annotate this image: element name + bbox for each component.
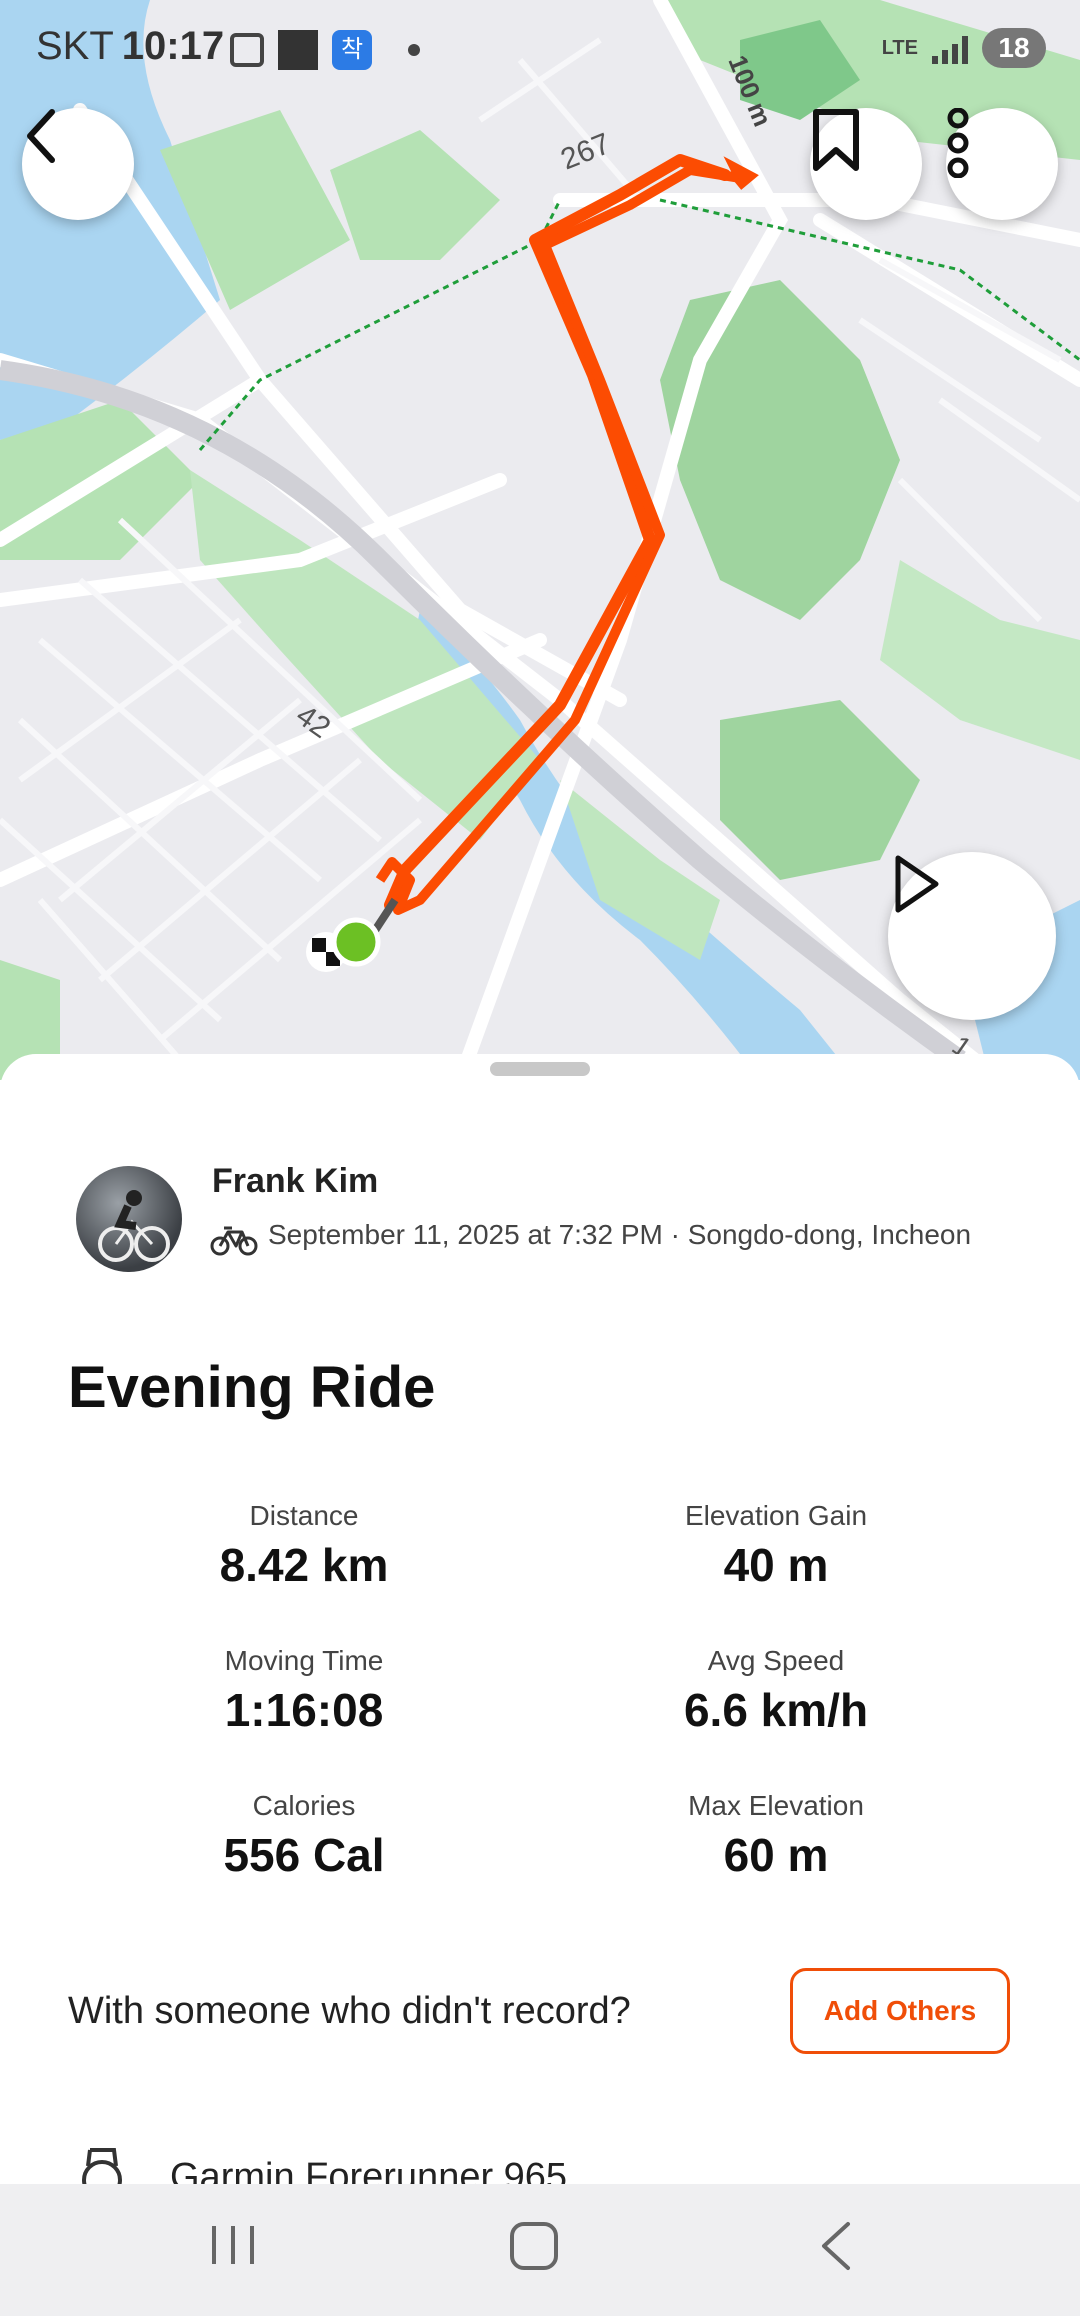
back-icon [822,2222,850,2270]
stat-value: 1:16:08 [224,1684,384,1736]
kakao-notification-icon: 착 [332,30,372,70]
recents-button[interactable] [210,2220,256,2275]
athlete-name[interactable]: Frank Kim [212,1162,378,1201]
status-time: 10:17 [121,24,225,68]
stat-avg-speed: Avg Speed 6.6 km/h [576,1645,976,1737]
recording-device: Garmin Forerunner 965 [170,2156,568,2184]
back-button[interactable] [22,108,134,220]
network-type: LTE [881,37,918,59]
stat-moving-time: Moving Time 1:16:08 [104,1645,504,1737]
activity-details-sheet[interactable]: Frank Kim September 11, 2025 at 7:32 PM … [0,1054,1080,2184]
bookmark-icon [813,109,859,171]
stat-label: Moving Time [224,1645,384,1676]
stat-calories: Calories 556 Cal [104,1790,504,1882]
start-marker-icon [331,917,381,967]
stat-value: 6.6 km/h [683,1684,869,1736]
stat-label: Distance [249,1500,359,1531]
route-map[interactable]: 267 100 m 42 1 SKT 10:17 착 LTE 18 [0,0,1080,1080]
stat-value: 60 m [723,1829,829,1881]
app-notification-icon [278,30,318,70]
add-others-prompt: With someone who didn't record? [68,1990,631,2032]
status-notification-icons: 착 [230,30,420,70]
avatar-image [98,1190,170,1262]
watch-icon [82,2148,122,2184]
more-notifications-dot-icon [408,44,420,56]
home-button[interactable] [508,2220,560,2277]
stat-label: Calories [252,1790,356,1821]
activity-title: Evening Ride [68,1355,436,1420]
save-route-button[interactable] [810,108,922,220]
battery-icon: 18 [982,28,1046,68]
status-system-icons: LTE 18 [882,28,1046,68]
carrier-name: SKT [36,24,114,68]
signal-icon [932,32,968,64]
system-back-button[interactable] [818,2220,854,2277]
home-icon [510,2222,558,2270]
more-vertical-icon [947,108,969,178]
stat-label: Avg Speed [707,1645,845,1676]
play-icon [895,855,939,913]
more-options-button[interactable] [946,108,1058,220]
stat-max-elevation: Max Elevation 60 m [576,1790,976,1882]
avatar[interactable] [76,1166,182,1272]
flyover-play-button[interactable] [888,852,1056,1020]
status-bar: SKT 10:17 착 LTE 18 [0,0,1080,96]
screenshot-icon [230,33,264,67]
stat-label: Elevation Gain [684,1500,868,1531]
stat-value: 556 Cal [223,1829,385,1881]
add-others-button[interactable]: Add Others [790,1968,1010,2054]
activity-date-location: September 11, 2025 at 7:32 PM · Songdo-d… [268,1219,972,1250]
bike-icon [210,1226,258,1256]
sheet-drag-handle[interactable] [490,1062,590,1076]
system-navigation-bar [0,2184,1080,2316]
chevron-left-icon [27,109,55,163]
status-carrier: SKT 10:17 [36,24,224,69]
stat-distance: Distance 8.42 km [104,1500,504,1592]
stat-value: 40 m [723,1539,829,1591]
recents-icon [212,2226,254,2264]
stat-value: 8.42 km [219,1539,389,1591]
stat-elevation-gain: Elevation Gain 40 m [576,1500,976,1592]
stat-label: Max Elevation [688,1790,864,1821]
